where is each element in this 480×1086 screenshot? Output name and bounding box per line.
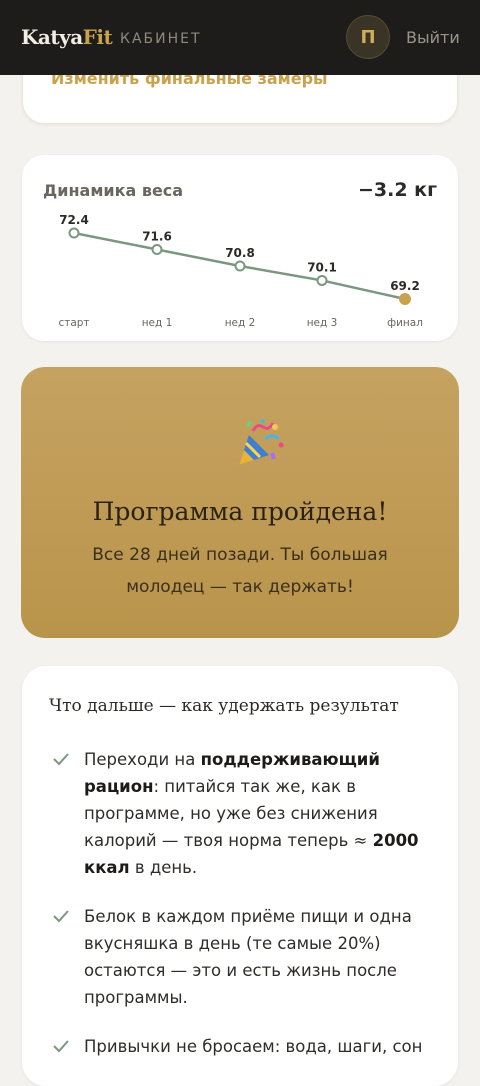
x-tick-label: нед 3: [307, 317, 338, 329]
top-navigation-bar: KatyaFit КАБИНЕТ П Выйти: [0, 0, 480, 75]
party-popper-icon: [239, 419, 284, 465]
tip-item: Белок в каждом приёме пищи и одна вкусня…: [52, 903, 432, 1011]
tips-list: Переходи на поддерживающий рацион: питай…: [52, 746, 432, 1082]
x-tick-label: финал: [387, 317, 423, 329]
tip-item: Переходи на поддерживающий рацион: питай…: [52, 746, 432, 881]
tip-item: Привычки не бросаем: вода, шаги, сон: [52, 1033, 432, 1060]
weight-value-label: 72.4: [59, 213, 89, 227]
next-steps-card: Что дальше — как удержать результат Пере…: [22, 666, 458, 1086]
tip-text: Переходи на поддерживающий рацион: питай…: [84, 750, 419, 877]
check-icon: [53, 753, 69, 766]
next-steps-title: Что дальше — как удержать результат: [49, 696, 399, 716]
section-label: КАБИНЕТ: [120, 31, 202, 47]
check-icon: [53, 1040, 69, 1053]
banner-subtitle: Все 28 дней позади. Ты большая молодец —…: [92, 545, 388, 597]
x-tick-label: нед 1: [142, 317, 173, 329]
banner-title: Программа пройдена!: [92, 497, 388, 526]
weight-point: [399, 293, 411, 305]
weight-value-label: 70.8: [225, 246, 255, 260]
weight-line-chart: 72.4 старт 71.6 нед 1 70.8 нед 2 70.1 нед 3 69.2…: [58, 213, 423, 329]
check-icon: [53, 910, 69, 923]
weight-point: [151, 244, 163, 255]
app-logo[interactable]: KatyaFit: [21, 25, 113, 49]
logo-accent-text: Fit: [82, 25, 113, 49]
weight-point: [316, 274, 328, 286]
logout-button[interactable]: Выйти: [406, 28, 460, 47]
weight-value-label: 69.2: [390, 279, 420, 293]
avatar[interactable]: П: [346, 15, 390, 59]
weight-point: [234, 260, 246, 272]
program-completed-banner: Программа пройдена! Все 28 дней позади. …: [21, 367, 459, 638]
weight-dynamics-card: Динамика веса −3.2 кг 72.4 старт 71.6 нед 1…: [22, 155, 458, 341]
weight-point: [68, 227, 80, 239]
x-tick-label: старт: [58, 317, 89, 329]
weight-value-label: 70.1: [307, 260, 337, 274]
tip-text: Белок в каждом приёме пищи и одна вкусня…: [84, 907, 412, 1007]
x-tick-label: нед 2: [225, 317, 256, 329]
logo-main-text: Katya: [21, 25, 83, 49]
weight-value-label: 71.6: [142, 230, 172, 244]
